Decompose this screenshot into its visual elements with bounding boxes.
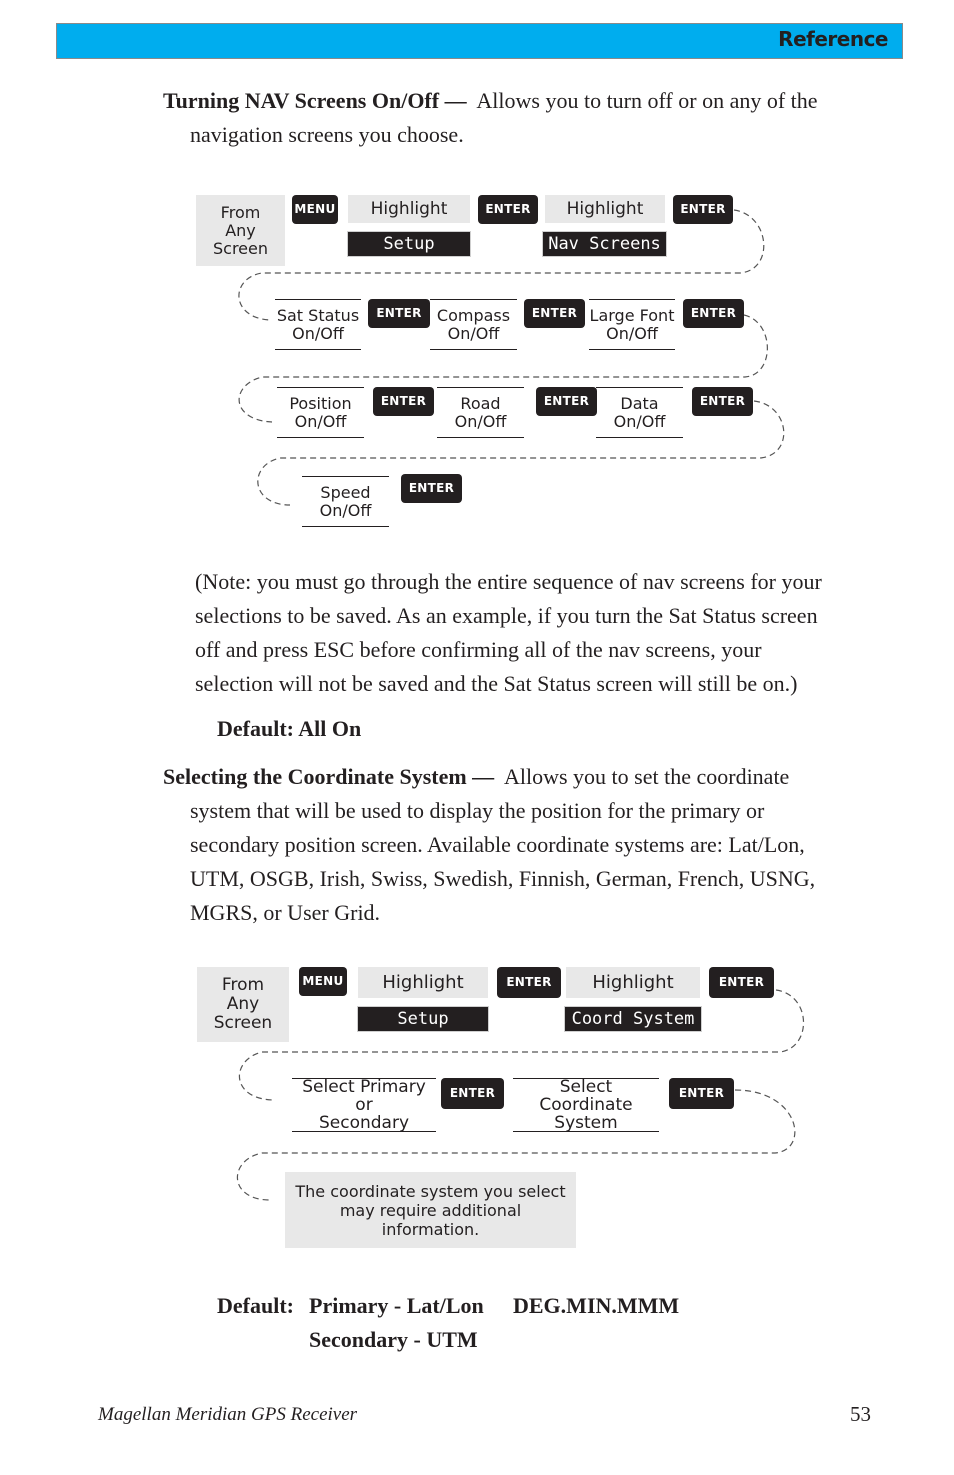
- step-subtitle: System: [554, 1113, 618, 1133]
- coord-intro-line: UTM, OSGB, Irish, Swiss, Swedish, Finnis…: [190, 866, 816, 891]
- nav-screens-intro: Turning NAV Screens On/Off — Allows you …: [163, 84, 883, 118]
- coord-default-label: Default:: [217, 1293, 294, 1318]
- start-line: Screen: [212, 238, 268, 258]
- enter-key: ENTER: [441, 1078, 504, 1109]
- step-title: Position: [289, 393, 352, 413]
- note-line: (Note: you must go through the entire se…: [195, 569, 822, 594]
- step-subtitle: On/Off: [319, 500, 372, 520]
- step-subtitle: On/Off: [454, 411, 507, 431]
- enter-key: ENTER: [692, 387, 753, 416]
- info-line: The coordinate system you select: [295, 1181, 566, 1201]
- note-line: off and press ESC before confirming all …: [195, 637, 762, 662]
- step-title: Select Primary or: [302, 1077, 426, 1115]
- setup-screen-label: Setup: [357, 1006, 489, 1032]
- nav-screens-default: Default: All On: [217, 716, 362, 741]
- coord-intro-line: Allows you to set the coordinate: [503, 764, 790, 789]
- nav-screens-intro-line2: navigation screens you choose.: [190, 122, 464, 147]
- coord-system-heading: Selecting the Coordinate System —: [163, 764, 495, 789]
- enter-key: ENTER: [683, 299, 744, 328]
- step-title: Compass: [436, 305, 511, 325]
- step-subtitle: On/Off: [294, 411, 347, 431]
- coord-system-intro: Selecting the Coordinate System — Allows…: [163, 760, 883, 794]
- enter-key: ENTER: [669, 1078, 734, 1109]
- info-line: information.: [381, 1219, 480, 1239]
- step-subtitle: On/Off: [292, 323, 344, 343]
- enter-key: ENTER: [368, 299, 430, 328]
- step-subtitle: Secondary: [318, 1113, 410, 1133]
- enter-key: ENTER: [709, 967, 774, 998]
- step-sat-status: Sat Status On/Off: [275, 299, 361, 350]
- step-subtitle: On/Off: [613, 411, 666, 431]
- start-line: Any: [226, 994, 260, 1014]
- step-road: Road On/Off: [437, 387, 524, 438]
- start-line: From: [220, 202, 261, 222]
- enter-key: ENTER: [673, 195, 733, 224]
- note-line: selection will not be saved and the Sat …: [195, 671, 798, 696]
- nav-flow-connectors: [236, 209, 805, 1201]
- step-subtitle: On/Off: [447, 323, 500, 343]
- coord-default-secondary: Secondary - UTM: [309, 1327, 478, 1352]
- step-large-font: Large Font On/Off: [589, 299, 675, 350]
- step-title: Select Coordinate: [539, 1077, 633, 1115]
- enter-key: ENTER: [536, 387, 597, 416]
- nav-screens-screen-label: Nav Screens: [542, 231, 667, 257]
- coord-info-box: The coordinate system you select may req…: [285, 1172, 576, 1248]
- step-compass: Compass On/Off: [430, 299, 517, 350]
- enter-key: ENTER: [401, 474, 462, 503]
- step-select-primary-or-secondary: Select Primary or Secondary: [292, 1078, 436, 1132]
- start-line: From: [221, 975, 265, 995]
- highlight-label: Highlight: [566, 967, 700, 998]
- step-title: Road: [460, 393, 501, 413]
- note-line: selections to be saved. As an example, i…: [195, 603, 818, 628]
- step-subtitle: On/Off: [606, 323, 658, 343]
- coord-system-screen-label: Coord System: [564, 1006, 702, 1032]
- footer-title: Magellan Meridian GPS Receiver: [98, 1404, 358, 1425]
- enter-key: ENTER: [497, 967, 561, 998]
- step-speed: Speed On/Off: [302, 476, 389, 527]
- start-line: Screen: [213, 1013, 273, 1033]
- step-select-coordinate-system: Select Coordinate System: [513, 1078, 659, 1132]
- highlight-label: Highlight: [348, 195, 470, 223]
- setup-screen-label: Setup: [347, 231, 471, 257]
- nav-screens-note: (Note: you must go through the entire se…: [195, 565, 885, 701]
- start-from-any-screen: From Any Screen: [197, 967, 289, 1042]
- step-data: Data On/Off: [596, 387, 683, 438]
- start-from-any-screen: From Any Screen: [196, 195, 285, 266]
- nav-screens-heading: Turning NAV Screens On/Off —: [163, 88, 467, 113]
- coord-system-intro-body: system that will be used to display the …: [190, 794, 880, 930]
- section-title: Reference: [778, 27, 888, 51]
- page-number: 53: [850, 1402, 871, 1426]
- enter-key: ENTER: [373, 387, 434, 416]
- menu-key: MENU: [299, 967, 347, 996]
- enter-key: ENTER: [524, 299, 585, 328]
- coord-default-format: DEG.MIN.MMM: [513, 1293, 680, 1318]
- step-title: Sat Status: [276, 305, 360, 325]
- info-line: may require additional: [339, 1200, 522, 1220]
- menu-key: MENU: [292, 195, 338, 224]
- highlight-label: Highlight: [358, 967, 488, 998]
- step-title: Large Font: [589, 305, 675, 325]
- step-title: Speed: [320, 482, 371, 502]
- coord-intro-line: system that will be used to display the …: [190, 798, 765, 823]
- start-line: Any: [225, 220, 256, 240]
- step-position: Position On/Off: [277, 387, 364, 438]
- section-header-band: Reference: [56, 23, 903, 59]
- coord-intro-line: secondary position screen. Available coo…: [190, 832, 805, 857]
- nav-screens-intro-line1: Allows you to turn off or on any of the: [476, 88, 818, 113]
- coord-intro-line: MGRS, or User Grid.: [190, 900, 381, 925]
- step-title: Data: [620, 393, 659, 413]
- enter-key: ENTER: [478, 195, 538, 224]
- highlight-label: Highlight: [545, 195, 665, 223]
- coord-default-primary: Primary - Lat/Lon: [309, 1293, 484, 1318]
